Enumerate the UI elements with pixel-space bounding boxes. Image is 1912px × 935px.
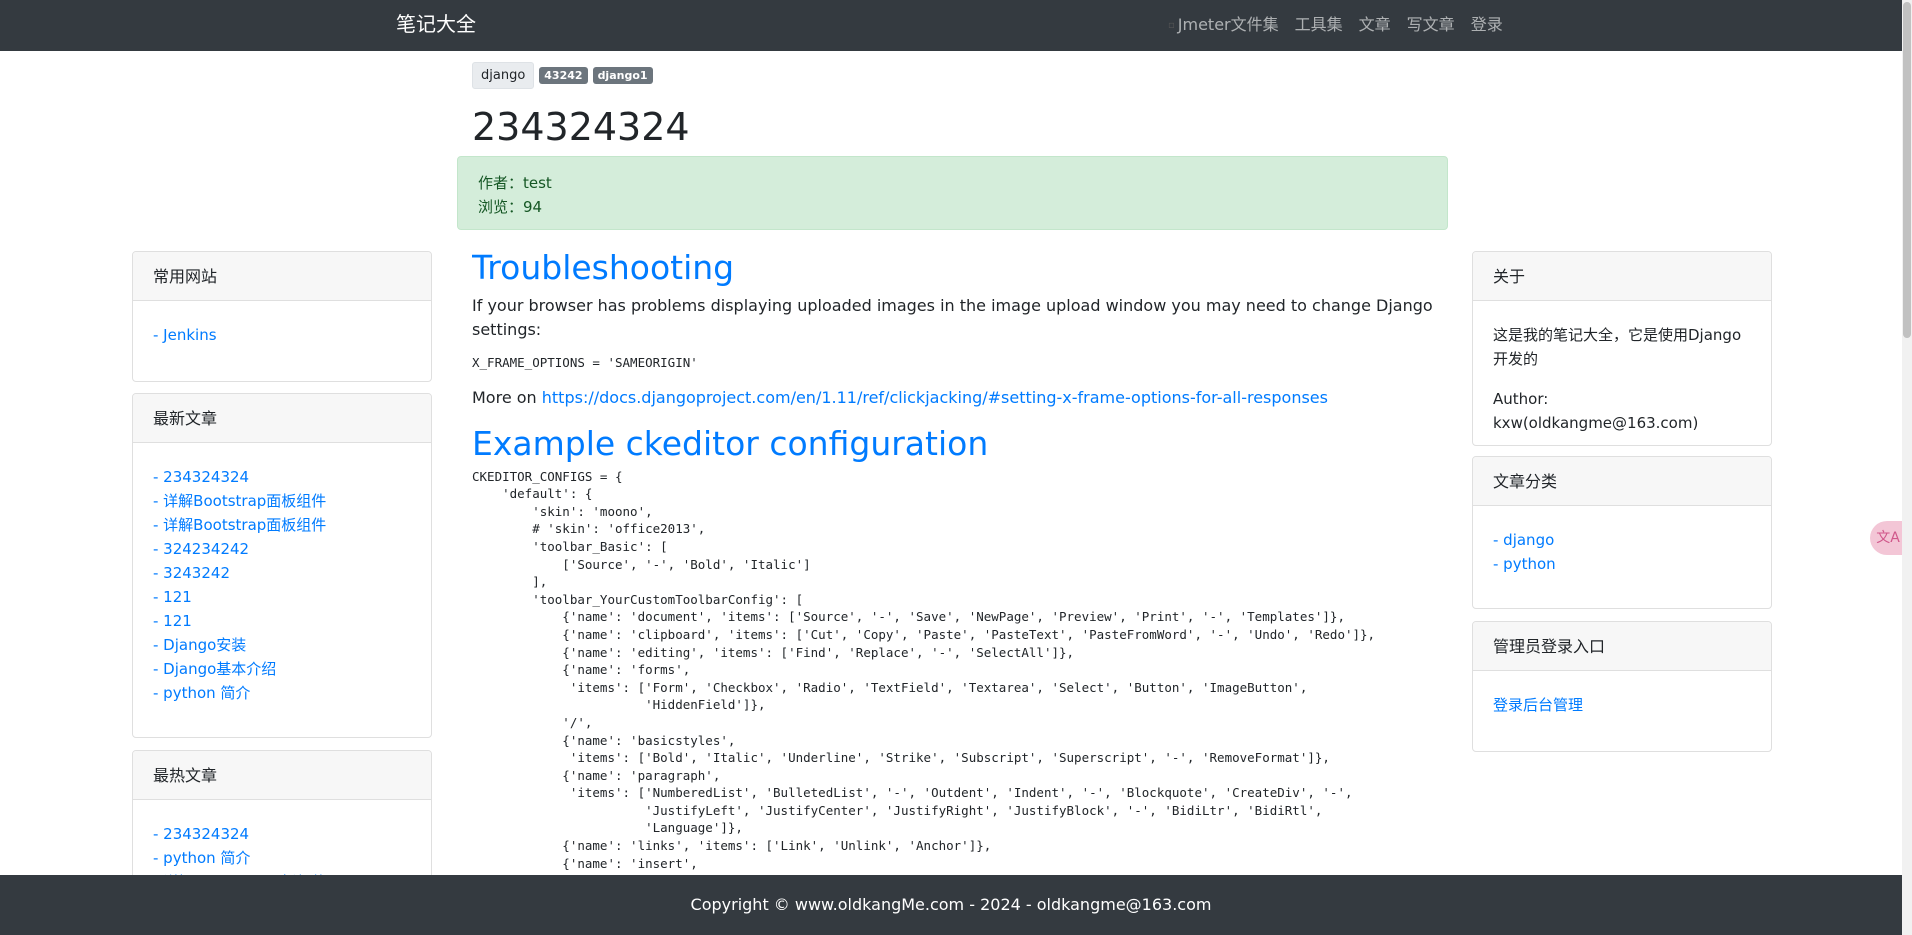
- latest-article-link[interactable]: - python 简介: [153, 681, 411, 705]
- latest-article-link[interactable]: - Django基本介绍: [153, 657, 411, 681]
- code-frame-options: X_FRAME_OPTIONS = 'SAMEORIGIN': [472, 355, 698, 370]
- latest-articles-title: 最新文章: [133, 394, 431, 443]
- nav-item-articles[interactable]: 文章: [1351, 14, 1399, 37]
- translate-icon[interactable]: 文A: [1870, 521, 1906, 555]
- admin-login-card: 管理员登录入口 登录后台管理: [1472, 621, 1772, 752]
- category-link-django[interactable]: - django: [1493, 528, 1751, 552]
- more-on-line: More on https://docs.djangoproject.com/e…: [472, 386, 1442, 410]
- hot-articles-card: 最热文章 - 234324324 - python 简介 - 详解Bootstr…: [132, 750, 432, 890]
- latest-articles-card: 最新文章 - 234324324 - 详解Bootstrap面板组件 - 详解B…: [132, 393, 432, 738]
- latest-article-link[interactable]: - 121: [153, 609, 411, 633]
- post-views: 浏览：94: [478, 198, 543, 216]
- category-tag[interactable]: django: [472, 62, 535, 89]
- nav-item-tools[interactable]: 工具集: [1287, 14, 1351, 37]
- latest-article-link[interactable]: - 234324324: [153, 465, 411, 489]
- latest-article-link[interactable]: - 121: [153, 585, 411, 609]
- site-link-jenkins[interactable]: - Jenkins: [153, 323, 411, 347]
- about-text: 这是我的笔记大全，它是使用Django开发的: [1493, 326, 1742, 368]
- latest-article-link[interactable]: - 324234242: [153, 537, 411, 561]
- page-footer: Copyright © www.oldkangMe.com - 2024 - o…: [0, 875, 1902, 935]
- sites-card: 常用网站 - Jenkins: [132, 251, 432, 382]
- article-content: Troubleshooting If your browser has prob…: [472, 248, 1442, 873]
- code-ckeditor-config: CKEDITOR_CONFIGS = { 'default': { 'skin'…: [472, 468, 1376, 871]
- latest-article-link[interactable]: - 详解Bootstrap面板组件: [153, 489, 411, 513]
- post-tags: django 43242 django1: [472, 62, 653, 89]
- sites-card-title: 常用网站: [133, 252, 431, 301]
- nav-item-jmeter[interactable]: Jmeter文件集: [1160, 14, 1287, 37]
- hot-articles-title: 最热文章: [133, 751, 431, 800]
- post-meta-box: 作者：test 浏览：94: [457, 156, 1448, 230]
- about-card-title: 关于: [1473, 252, 1771, 301]
- vertical-scrollbar[interactable]: [1902, 0, 1912, 935]
- about-card: 关于 这是我的笔记大全，它是使用Django开发的 Author: kxw(ol…: [1472, 251, 1772, 446]
- nav-menu: Jmeter文件集 工具集 文章 写文章 登录: [1160, 14, 1511, 37]
- latest-article-link[interactable]: - Django安装: [153, 633, 411, 657]
- post-author: 作者：test: [478, 174, 552, 192]
- nav-item-login[interactable]: 登录: [1463, 14, 1511, 37]
- nav-item-write-article[interactable]: 写文章: [1399, 14, 1463, 37]
- tag-badge[interactable]: 43242: [539, 67, 588, 84]
- more-on-prefix: More on: [472, 387, 542, 407]
- hot-article-link[interactable]: - 234324324: [153, 822, 411, 846]
- heading-troubleshooting: Troubleshooting: [472, 248, 735, 287]
- category-link-python[interactable]: - python: [1493, 552, 1751, 576]
- post-title: 234324324: [472, 105, 690, 149]
- author-line: Author: kxw(oldkangme@163.com): [1493, 390, 1699, 432]
- django-docs-link[interactable]: https://docs.djangoproject.com/en/1.11/r…: [542, 388, 1328, 407]
- scrollbar-thumb[interactable]: [1903, 2, 1911, 338]
- categories-card-title: 文章分类: [1473, 457, 1771, 506]
- tag-badge[interactable]: django1: [592, 67, 653, 84]
- top-navbar: 笔记大全 Jmeter文件集 工具集 文章 写文章 登录: [0, 0, 1902, 51]
- admin-login-title: 管理员登录入口: [1473, 622, 1771, 671]
- admin-login-link[interactable]: 登录后台管理: [1493, 693, 1751, 717]
- latest-article-link[interactable]: - 3243242: [153, 561, 411, 585]
- latest-article-link[interactable]: - 详解Bootstrap面板组件: [153, 513, 411, 537]
- heading-example-config: Example ckeditor configuration: [472, 423, 989, 463]
- categories-card: 文章分类 - django - python: [1472, 456, 1772, 609]
- hot-article-link[interactable]: - python 简介: [153, 846, 411, 870]
- troubleshooting-text: If your browser has problems displaying …: [472, 296, 1433, 339]
- copyright-text: Copyright © www.oldkangMe.com - 2024 - o…: [690, 895, 1212, 914]
- site-brand[interactable]: 笔记大全: [396, 10, 476, 38]
